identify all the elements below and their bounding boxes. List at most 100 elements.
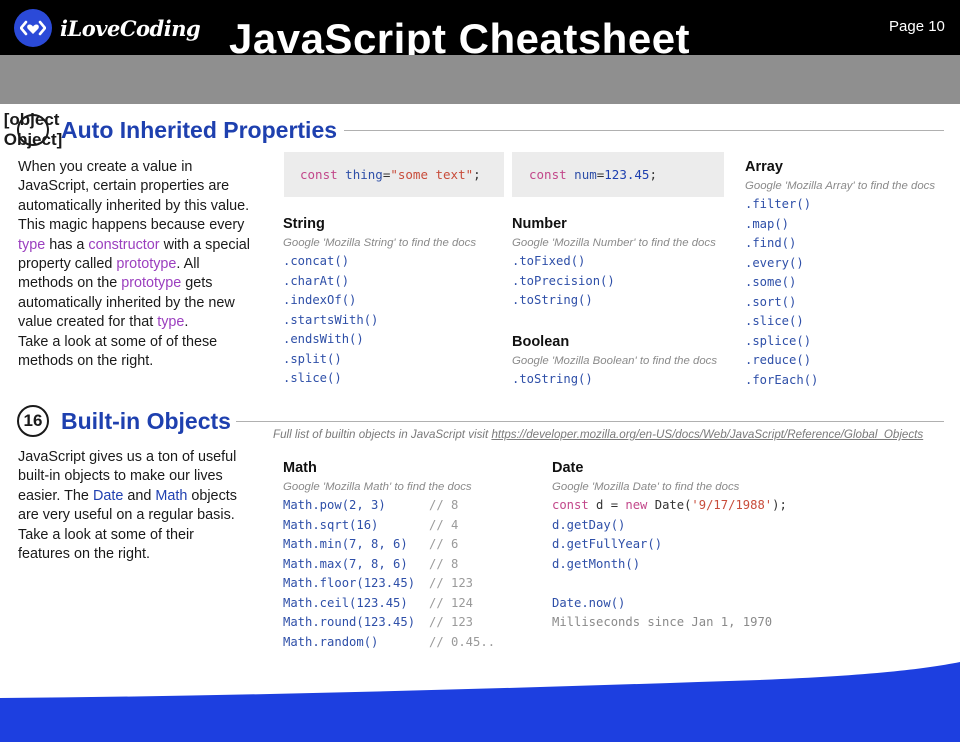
math-example-row: Math.pow(2, 3) // 8 (283, 496, 495, 516)
heart-code-icon (14, 9, 52, 47)
logo: iLoveCoding (14, 9, 201, 47)
highlighted-term: Date (92, 487, 124, 504)
docs-hint: Google 'Mozilla Boolean' to find the doc… (512, 355, 718, 367)
math-code: Math.ceil(123.45) (283, 595, 408, 610)
column-title: Date (552, 460, 584, 476)
method-item: .charAt() (283, 273, 350, 288)
math-result-comment: // 6 (429, 537, 459, 551)
method-item: .every() (745, 255, 804, 270)
highlighted-term: type (18, 236, 46, 253)
section-16-heading: 16 Built-in Objects (17, 405, 231, 437)
section-number: 16 (17, 405, 49, 437)
page-title: JavaScript Cheatsheet (229, 15, 691, 55)
math-result-comment: // 0.45.. (429, 634, 496, 649)
method-item: d.getMonth() (552, 556, 641, 571)
footer-wave (0, 662, 960, 742)
method-item: .toString() (512, 372, 593, 386)
section-title: Built-in Objects (61, 407, 231, 434)
math-example-row: Math.ceil(123.45) // 124 (283, 594, 495, 614)
math-code: Math.min(7, 8, 6) (283, 537, 408, 551)
math-example-row: Math.sqrt(16) // 4 (283, 516, 495, 536)
method-item: .some() (745, 275, 797, 289)
method-list: .toFixed() .toPrecision() .toString() (512, 252, 716, 311)
paragraph-line: property called prototype. All (18, 255, 273, 274)
docs-hint: Google 'Mozilla Number' to find the docs (512, 237, 716, 249)
string-methods-column: String Google 'Mozilla String' to find t… (283, 216, 476, 389)
text-segment: gets (181, 275, 213, 292)
paragraph-line: methods on the prototype gets (18, 274, 273, 293)
paragraph-line: This magic happens because every (18, 217, 245, 234)
code-sample-string: const thing = "some text"; (284, 152, 504, 197)
page-number: Page 10 (889, 18, 945, 35)
math-result-comment: // 8 (429, 498, 459, 512)
text-segment: objects (187, 487, 237, 504)
section-number: [object Object] (3, 110, 63, 149)
paragraph-line: JavaScript, certain properties are (18, 178, 230, 195)
math-code: Math.random() (283, 634, 379, 649)
method-item: .toFixed() (512, 254, 586, 268)
logo-text: iLoveCoding (60, 15, 201, 41)
highlighted-term: constructor (88, 236, 160, 253)
math-example-row: Math.min(7, 8, 6) // 6 (283, 535, 495, 555)
section-divider (236, 421, 944, 422)
math-examples: Math.pow(2, 3)// 8 Math.sqrt(16)// 4 Math.… (283, 496, 495, 652)
text-segment: property called (18, 256, 117, 273)
section-15-heading: [object Object] Auto Inherited Propertie… (3, 110, 338, 149)
method-item: .forEach() (745, 372, 819, 387)
text-segment: has a (45, 236, 89, 253)
method-item: .indexOf() (283, 293, 357, 307)
math-example-row: Math.floor(123.45) // 123 (283, 574, 495, 594)
column-title: Array (745, 159, 783, 175)
docs-hint: Google 'Mozilla Date' to find the docs (552, 481, 740, 493)
highlighted-term: prototype (116, 256, 177, 273)
method-item: d.getFullYear() (552, 537, 663, 551)
section-16-description: JavaScript gives us a ton of useful built… (18, 448, 273, 564)
method-list: .filter() .map() .find() .every() .some() .so… (745, 195, 935, 390)
math-example-row: Math.random() // 0.45.. (283, 633, 495, 653)
paragraph-line: features on the right. (18, 546, 150, 563)
section-title: Auto Inherited Properties (61, 116, 338, 143)
math-column: Math Google 'Mozilla Math' to find the d… (283, 460, 495, 652)
math-example-row: Math.max(7, 8, 6) // 8 (283, 555, 495, 575)
highlighted-term: type (157, 314, 185, 331)
docs-hint: Google 'Mozilla Array' to find the docs (745, 180, 936, 192)
method-item: .split() (283, 351, 342, 366)
paragraph-line: built-in objects to make our lives (18, 468, 223, 485)
math-result-comment: // 4 (429, 517, 459, 532)
paragraph-line: easier. The Date and Math objects (18, 487, 273, 506)
method-item: .sort() (745, 294, 797, 309)
method-item: .map() (745, 216, 790, 231)
mdn-global-objects-link[interactable]: https://developer.mozilla.org/en-US/docs… (491, 428, 923, 441)
text-segment: . All (176, 256, 200, 273)
method-item: .startsWith() (283, 312, 379, 327)
boolean-methods-column: Boolean Google 'Mozilla Boolean' to find… (512, 334, 717, 390)
paragraph-line: Take a look at some of their (18, 526, 194, 543)
section-15-description: When you create a value in JavaScript, ce… (18, 158, 273, 371)
method-item: .reduce() (745, 353, 812, 367)
math-code: Math.max(7, 8, 6) (283, 556, 408, 571)
method-item: .splice() (745, 333, 812, 348)
paragraph-line: are very useful on a regular basis. (18, 507, 235, 524)
number-methods-column: Number Google 'Mozilla Number' to find t… (512, 216, 716, 311)
paragraph-line: automatically inherited by this value. (18, 197, 250, 214)
text-segment: with a special (159, 236, 250, 253)
highlighted-term: Math (155, 487, 188, 504)
section-divider (344, 130, 944, 131)
method-item: .find() (745, 236, 797, 250)
column-title: String (283, 216, 325, 232)
method-item: .concat() (283, 254, 350, 268)
math-result-comment: // 123 (429, 576, 474, 590)
builtin-objects-reference: Full list of builtin objects in JavaScri… (273, 428, 924, 441)
column-title: Boolean (512, 334, 570, 350)
math-code: Math.floor(123.45) (283, 576, 416, 590)
method-item: .slice() (283, 371, 342, 385)
text-segment: . (184, 314, 189, 331)
paragraph-line: methods on the right. (18, 353, 154, 370)
date-column: Date Google 'Mozilla Date' to find the d… (552, 460, 787, 633)
docs-hint: Google 'Mozilla Math' to find the docs (283, 481, 472, 493)
math-code: Math.round(123.45) (283, 615, 416, 629)
text-segment: value created for that (18, 314, 158, 331)
math-result-comment: // 8 (429, 556, 459, 571)
paragraph-line: type has a constructor with a special (18, 236, 273, 255)
column-title: Math (283, 460, 317, 476)
